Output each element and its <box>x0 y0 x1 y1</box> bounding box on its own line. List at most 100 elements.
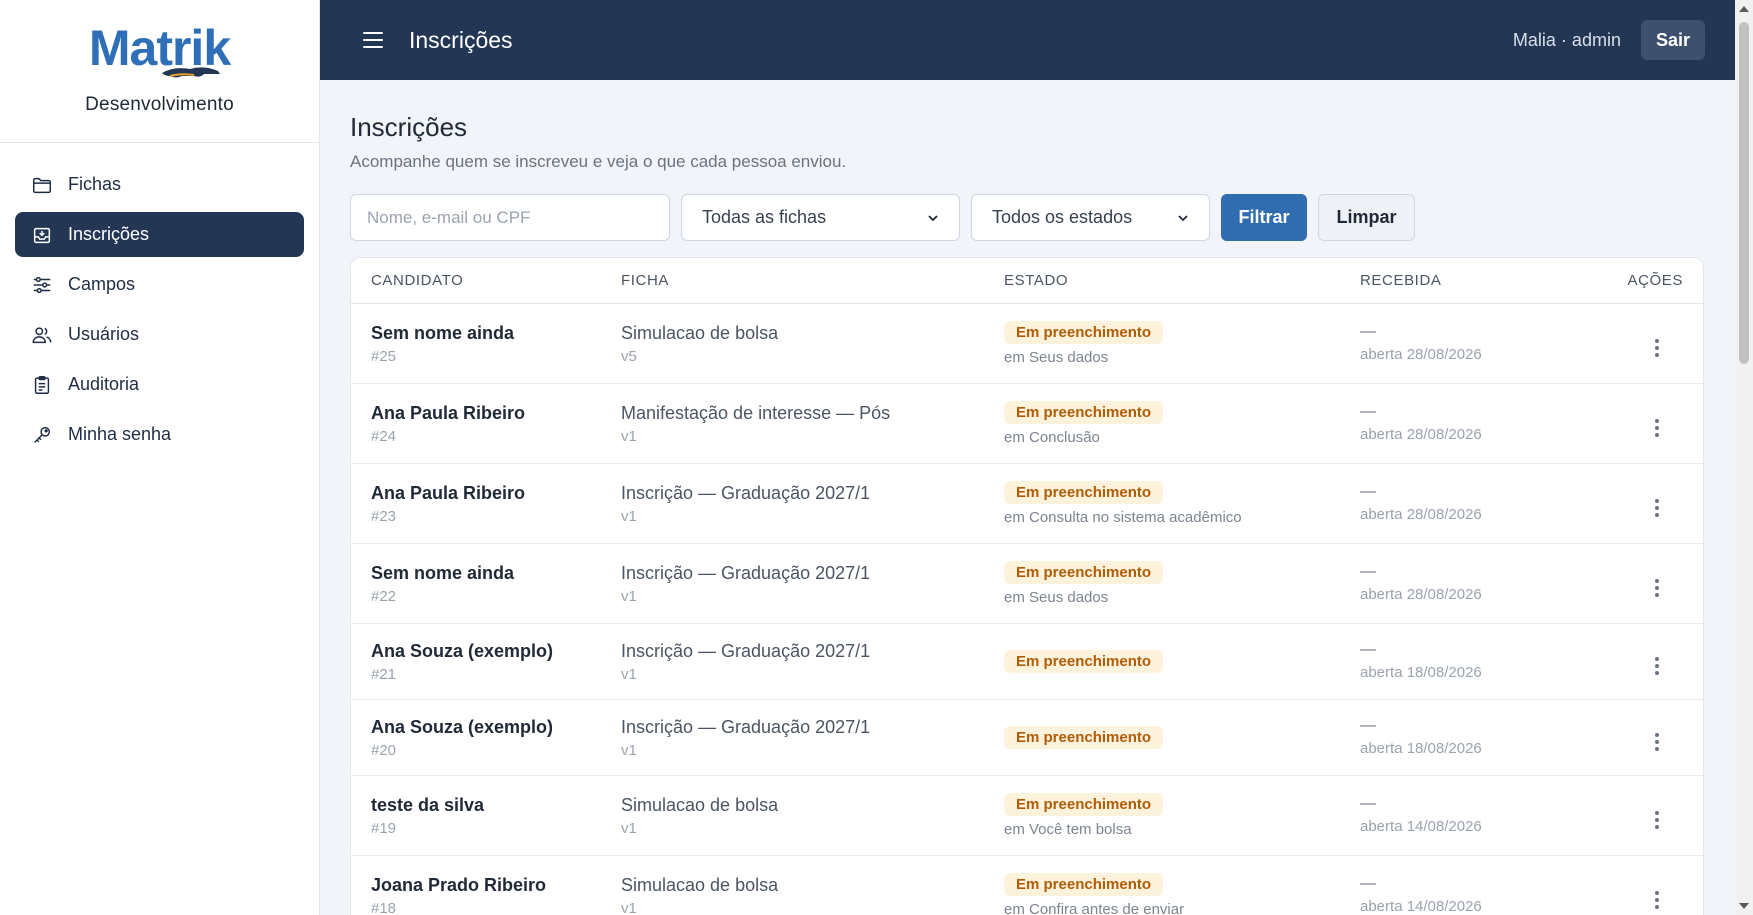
opened-date: aberta 14/08/2026 <box>1360 818 1482 835</box>
status-step: em Confira antes de enviar <box>1004 901 1185 915</box>
sidebar-item-label: Campos <box>68 274 136 294</box>
estado-select[interactable]: Todos os estados <box>971 194 1210 241</box>
status-step: em Conclusão <box>1004 429 1100 446</box>
search-input[interactable] <box>350 194 670 241</box>
clear-button[interactable]: Limpar <box>1318 194 1415 241</box>
sidebar-item-usuarios[interactable]: Usuários <box>15 312 304 357</box>
ficha-version: v1 <box>621 427 637 445</box>
status-badge: Em preenchimento <box>1004 321 1164 344</box>
topbar-title: Inscrições <box>409 26 513 53</box>
ficha-version: v1 <box>621 507 637 525</box>
opened-date: aberta 14/08/2026 <box>1360 898 1482 915</box>
table-row[interactable]: Ana Souza (exemplo) #21 Inscrição — Gradu… <box>351 624 1703 700</box>
opened-date: aberta 18/08/2026 <box>1360 664 1482 681</box>
key-icon <box>34 426 51 443</box>
candidate-name: Joana Prado Ribeiro <box>371 874 547 895</box>
column-header-ficha[interactable]: FICHA <box>621 272 1004 289</box>
received-date: — <box>1360 717 1376 734</box>
opened-date: aberta 18/08/2026 <box>1360 740 1482 757</box>
users-icon <box>32 326 52 343</box>
opened-date: aberta 28/08/2026 <box>1360 586 1482 603</box>
table-row[interactable]: Joana Prado Ribeiro #18 Simulacao de bols… <box>351 856 1703 915</box>
inscription-id: #21 <box>371 665 397 683</box>
row-actions-icon[interactable] <box>1651 579 1663 597</box>
sidebar-nav: Fichas Inscrições Campos Usuários Audito… <box>0 143 319 457</box>
ficha-name: Manifestação de interesse — Pós <box>621 402 891 423</box>
table-row[interactable]: Ana Paula Ribeiro #23 Inscrição — Graduaç… <box>351 464 1703 544</box>
row-actions-icon[interactable] <box>1651 499 1663 517</box>
status-badge: Em preenchimento <box>1004 561 1164 584</box>
column-header-candidato[interactable]: CANDIDATO <box>351 272 621 289</box>
menu-toggle-icon[interactable] <box>363 32 383 48</box>
inscription-id: #20 <box>371 741 397 759</box>
table-row[interactable]: Ana Souza (exemplo) #20 Inscrição — Gradu… <box>351 700 1703 776</box>
opened-date: aberta 28/08/2026 <box>1360 346 1482 363</box>
table-header: CANDIDATO FICHA ESTADO RECEBIDA AÇÕES <box>351 258 1703 304</box>
status-badge: Em preenchimento <box>1004 873 1164 896</box>
received-date: — <box>1360 875 1376 892</box>
inscricoes-table: CANDIDATO FICHA ESTADO RECEBIDA AÇÕES Se… <box>350 257 1704 915</box>
filters-bar: Todas as fichas Todos os estados Filtrar… <box>350 194 1704 241</box>
status-step: em Seus dados <box>1004 349 1109 366</box>
logout-button[interactable]: Sair <box>1640 20 1705 60</box>
folder-icon <box>33 177 51 193</box>
row-actions-icon[interactable] <box>1651 657 1663 675</box>
chevron-down-icon <box>928 214 938 221</box>
received-date: — <box>1360 403 1376 420</box>
inscription-id: #23 <box>371 507 397 525</box>
status-step: em Você tem bolsa <box>1004 821 1132 838</box>
sidebar-item-minha-senha[interactable]: Minha senha <box>15 412 304 457</box>
received-date: — <box>1360 641 1376 658</box>
status-badge: Em preenchimento <box>1004 650 1164 673</box>
received-date: — <box>1360 563 1376 580</box>
column-header-recebida[interactable]: RECEBIDA <box>1360 272 1615 289</box>
scrollbar[interactable] <box>1735 0 1753 915</box>
sidebar-item-fichas[interactable]: Fichas <box>15 162 304 207</box>
table-row[interactable]: Ana Paula Ribeiro #24 Manifestação de int… <box>351 384 1703 464</box>
scroll-down-icon[interactable] <box>1739 903 1749 909</box>
ficha-version: v1 <box>621 899 637 915</box>
estado-select-value: Todos os estados <box>992 207 1133 227</box>
ficha-version: v1 <box>621 741 637 759</box>
inscription-id: #19 <box>371 819 397 837</box>
candidate-name: Ana Souza (exemplo) <box>371 716 554 737</box>
row-actions-icon[interactable] <box>1651 733 1663 751</box>
column-header-estado[interactable]: ESTADO <box>1004 272 1360 289</box>
ficha-version: v1 <box>621 819 637 837</box>
ficha-select-value: Todas as fichas <box>702 207 827 227</box>
table-row[interactable]: Sem nome ainda #25 Simulacao de bolsa v5 E… <box>351 304 1703 384</box>
candidate-name: Ana Souza (exemplo) <box>371 640 554 661</box>
table-row[interactable]: teste da silva #19 Simulacao de bolsa v1 E… <box>351 776 1703 856</box>
environment-label: Desenvolvimento <box>85 94 234 115</box>
scroll-up-icon[interactable] <box>1739 6 1749 12</box>
ficha-name: Simulacao de bolsa <box>621 874 779 895</box>
clipboard-icon <box>34 375 50 394</box>
logo[interactable]: Matrik <box>60 20 260 84</box>
chevron-down-icon <box>1178 214 1188 221</box>
filter-button[interactable]: Filtrar <box>1221 194 1307 241</box>
page-title: Inscrições <box>350 112 468 142</box>
scrollbar-thumb[interactable] <box>1739 22 1749 364</box>
inscription-id: #25 <box>371 347 397 365</box>
status-badge: Em preenchimento <box>1004 793 1164 816</box>
sidebar-item-campos[interactable]: Campos <box>15 262 304 307</box>
candidate-name: Sem nome ainda <box>371 322 515 343</box>
user-info: Malia · admin <box>1512 29 1621 50</box>
row-actions-icon[interactable] <box>1651 339 1663 357</box>
opened-date: aberta 28/08/2026 <box>1360 506 1482 523</box>
status-badge: Em preenchimento <box>1004 726 1164 749</box>
row-actions-icon[interactable] <box>1651 811 1663 829</box>
status-badge: Em preenchimento <box>1004 401 1164 424</box>
sidebar-item-auditoria[interactable]: Auditoria <box>15 362 304 407</box>
row-actions-icon[interactable] <box>1651 891 1663 909</box>
table-row[interactable]: Sem nome ainda #22 Inscrição — Graduação … <box>351 544 1703 624</box>
ficha-name: Inscrição — Graduação 2027/1 <box>621 640 871 661</box>
received-date: — <box>1360 323 1376 340</box>
row-actions-icon[interactable] <box>1651 419 1663 437</box>
sidebar-item-label: Minha senha <box>68 424 172 444</box>
sidebar-item-inscricoes[interactable]: Inscrições <box>15 212 304 257</box>
inscription-id: #22 <box>371 587 397 605</box>
ficha-select[interactable]: Todas as fichas <box>681 194 960 241</box>
sidebar-item-label: Usuários <box>68 324 140 344</box>
ficha-version: v5 <box>621 347 637 365</box>
